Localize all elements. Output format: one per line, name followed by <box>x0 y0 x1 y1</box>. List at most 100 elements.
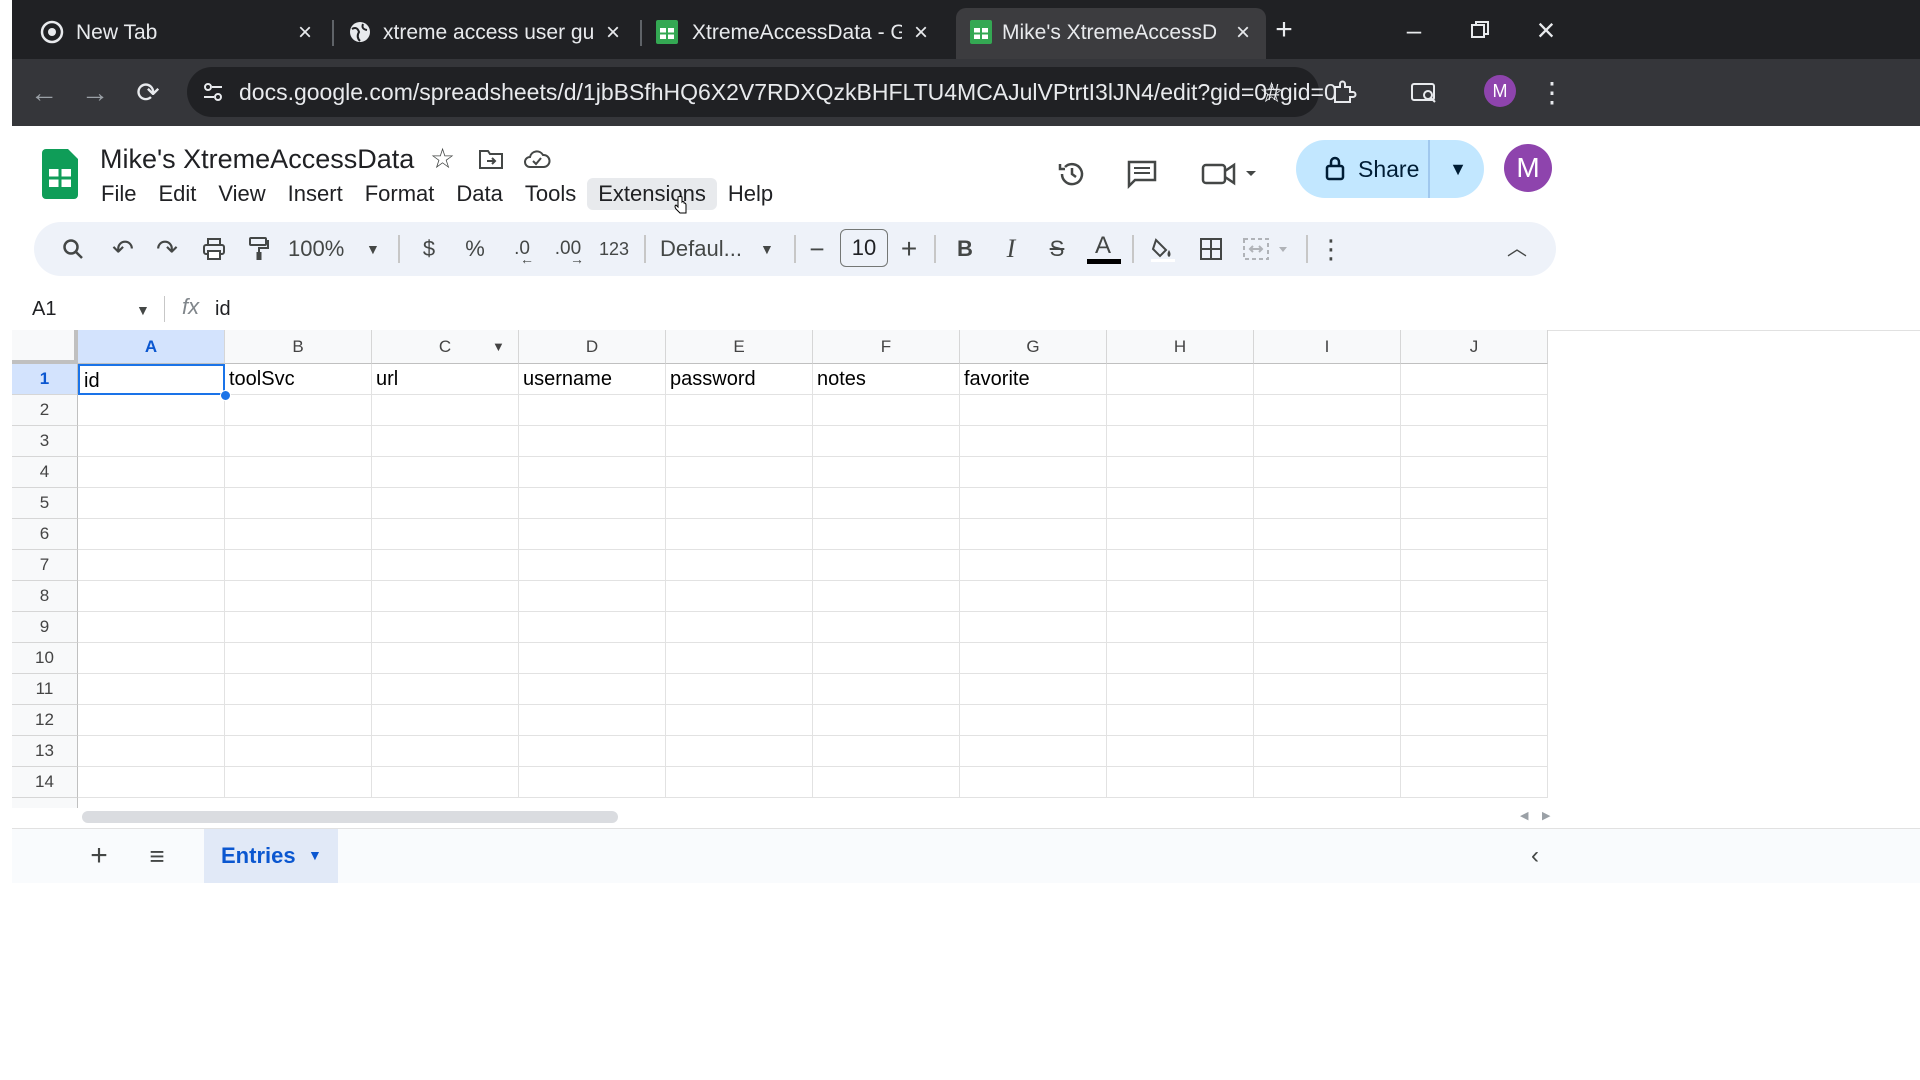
close-icon[interactable]: × <box>292 20 318 46</box>
cell-g14[interactable] <box>960 767 1107 798</box>
cell-d8[interactable] <box>519 581 666 612</box>
cell-a6[interactable] <box>78 519 225 550</box>
cell-j12[interactable] <box>1401 705 1548 736</box>
cell-j9[interactable] <box>1401 612 1548 643</box>
cell-h5[interactable] <box>1107 488 1254 519</box>
site-info-icon[interactable] <box>201 80 225 109</box>
menu-file[interactable]: File <box>90 178 147 210</box>
kebab-menu-icon[interactable]: ⋮ <box>1532 73 1572 113</box>
text-color-button[interactable]: A <box>1084 230 1124 268</box>
font-select[interactable]: Defaul... ▼ <box>660 230 776 268</box>
column-header-g[interactable]: G <box>960 330 1107 364</box>
cell-j8[interactable] <box>1401 581 1548 612</box>
row-header-11[interactable]: 11 <box>12 674 78 705</box>
decrease-decimal-button[interactable]: .0 ← <box>502 230 542 268</box>
name-box[interactable]: A1 <box>32 298 56 321</box>
cell-d2[interactable] <box>519 395 666 426</box>
scroll-left-icon[interactable]: ◀ <box>1520 809 1528 822</box>
formula-input[interactable]: id <box>215 298 231 321</box>
cell-a14[interactable] <box>78 767 225 798</box>
row-header-7[interactable]: 7 <box>12 550 78 581</box>
cell-g10[interactable] <box>960 643 1107 674</box>
search-menus-icon[interactable] <box>56 230 90 268</box>
version-history-icon[interactable] <box>1050 152 1094 196</box>
row-header-6[interactable]: 6 <box>12 519 78 550</box>
cell-g5[interactable] <box>960 488 1107 519</box>
cell-f7[interactable] <box>813 550 960 581</box>
cell-b3[interactable] <box>225 426 372 457</box>
cell-f12[interactable] <box>813 705 960 736</box>
window-close-icon[interactable]: × <box>1524 12 1568 48</box>
decrease-font-size-button[interactable]: − <box>802 230 832 268</box>
sheet-tab-entries[interactable]: Entries ▼ <box>204 829 338 883</box>
cell-b12[interactable] <box>225 705 372 736</box>
cell-g13[interactable] <box>960 736 1107 767</box>
cell-g11[interactable] <box>960 674 1107 705</box>
cell-e14[interactable] <box>666 767 813 798</box>
cell-e7[interactable] <box>666 550 813 581</box>
fill-color-icon[interactable] <box>1146 230 1180 268</box>
cell-c4[interactable] <box>372 457 519 488</box>
cell-a1[interactable]: id <box>78 364 225 395</box>
cell-i6[interactable] <box>1254 519 1401 550</box>
cell-b9[interactable] <box>225 612 372 643</box>
scroll-right-icon[interactable]: ▶ <box>1542 809 1550 822</box>
cell-f4[interactable] <box>813 457 960 488</box>
row-header-8[interactable]: 8 <box>12 581 78 612</box>
scrollbar-thumb[interactable] <box>82 811 618 823</box>
cell-b2[interactable] <box>225 395 372 426</box>
column-header-j[interactable]: J <box>1401 330 1548 364</box>
meet-icon[interactable] <box>1196 152 1266 196</box>
cell-a11[interactable] <box>78 674 225 705</box>
row-header-14[interactable]: 14 <box>12 767 78 798</box>
cloud-status-icon[interactable] <box>523 148 551 175</box>
share-dropdown-icon[interactable]: ▼ <box>1428 140 1486 198</box>
cell-a5[interactable] <box>78 488 225 519</box>
menu-tools[interactable]: Tools <box>514 178 587 210</box>
increase-decimal-button[interactable]: .00 → <box>548 230 588 268</box>
close-icon[interactable]: × <box>1230 20 1256 46</box>
cell-f1[interactable]: notes <box>813 364 960 395</box>
move-folder-icon[interactable] <box>478 148 504 175</box>
cell-f8[interactable] <box>813 581 960 612</box>
add-sheet-icon[interactable]: + <box>82 839 116 873</box>
tab-mikes-xtremeaccessdata[interactable]: Mike's XtremeAccessData × <box>956 8 1266 59</box>
cell-j3[interactable] <box>1401 426 1548 457</box>
comments-icon[interactable] <box>1120 152 1164 196</box>
reload-icon[interactable]: ⟳ <box>128 73 168 113</box>
cell-f9[interactable] <box>813 612 960 643</box>
cell-e9[interactable] <box>666 612 813 643</box>
cell-c7[interactable] <box>372 550 519 581</box>
cell-h1[interactable] <box>1107 364 1254 395</box>
cell-i9[interactable] <box>1254 612 1401 643</box>
cell-c6[interactable] <box>372 519 519 550</box>
cell-f14[interactable] <box>813 767 960 798</box>
cell-h13[interactable] <box>1107 736 1254 767</box>
cell-d4[interactable] <box>519 457 666 488</box>
cell-a2[interactable] <box>78 395 225 426</box>
zoom-select[interactable]: 100% ▼ <box>288 230 384 268</box>
document-title[interactable]: Mike's XtremeAccessData <box>100 144 414 175</box>
cell-c11[interactable] <box>372 674 519 705</box>
paint-format-icon[interactable] <box>242 230 276 268</box>
cell-e12[interactable] <box>666 705 813 736</box>
row-header-2[interactable]: 2 <box>12 395 78 426</box>
column-header-b[interactable]: B <box>225 330 372 364</box>
fill-handle[interactable] <box>220 390 231 401</box>
cell-g6[interactable] <box>960 519 1107 550</box>
cell-f3[interactable] <box>813 426 960 457</box>
column-header-h[interactable]: H <box>1107 330 1254 364</box>
cell-a4[interactable] <box>78 457 225 488</box>
column-header-a[interactable]: A <box>78 330 225 364</box>
row-header-10[interactable]: 10 <box>12 643 78 674</box>
star-icon[interactable]: ☆ <box>430 142 455 175</box>
row-header-13[interactable]: 13 <box>12 736 78 767</box>
bookmark-star-icon[interactable]: ☆ <box>1259 76 1284 109</box>
cell-b14[interactable] <box>225 767 372 798</box>
cell-g7[interactable] <box>960 550 1107 581</box>
cell-i7[interactable] <box>1254 550 1401 581</box>
cell-a8[interactable] <box>78 581 225 612</box>
cell-i1[interactable] <box>1254 364 1401 395</box>
cell-i12[interactable] <box>1254 705 1401 736</box>
cell-c8[interactable] <box>372 581 519 612</box>
